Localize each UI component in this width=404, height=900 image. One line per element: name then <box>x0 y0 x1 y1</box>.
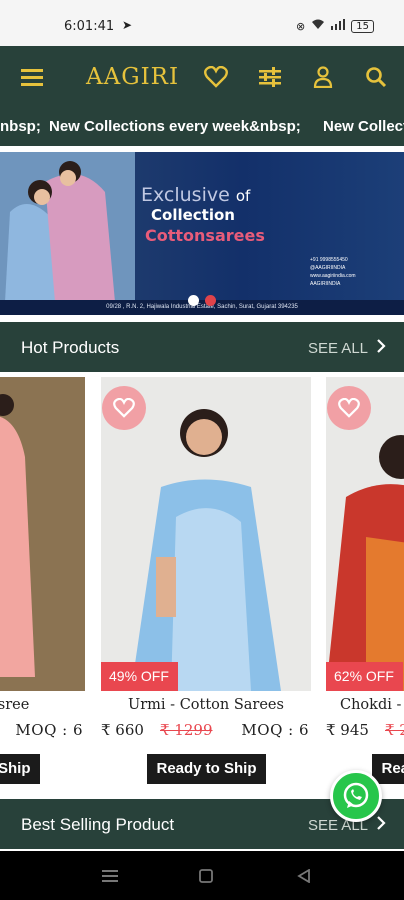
ticker-item: New Collections every week&nbsp; <box>49 118 301 135</box>
product-card[interactable]: Satless Ssree MOQ : 6 Ready to Ship <box>0 377 85 797</box>
dnd-icon: ⊗ <box>296 19 306 33</box>
search-icon[interactable] <box>359 60 393 94</box>
wishlist-button[interactable] <box>102 386 146 430</box>
send-arrow-icon: ➤ <box>122 18 133 32</box>
chevron-right-icon <box>377 339 386 357</box>
discount-badge: 62% OFF <box>326 662 403 691</box>
product-name: Chokdi - Banarasi <box>340 697 404 713</box>
product-mrp: ₹ 2499 <box>385 721 404 739</box>
wifi-icon <box>311 19 325 33</box>
whatsapp-chat-button[interactable] <box>330 770 382 822</box>
ticker-item: New Collect <box>323 118 404 135</box>
banner-highlight: Cottonsarees <box>145 226 265 245</box>
hot-products-carousel[interactable]: Satless Ssree MOQ : 6 Ready to Ship 49% … <box>0 372 404 798</box>
product-price: ₹ 660 <box>101 721 144 739</box>
wishlist-button[interactable] <box>327 386 371 430</box>
whatsapp-icon <box>343 782 369 808</box>
product-moq: MOQ : 6 <box>15 721 83 739</box>
product-card[interactable]: 62% OFF Chokdi - Banarasi ₹ 945 ₹ 2499 R… <box>326 377 404 797</box>
brand-logo[interactable]: AAGIRI <box>86 64 179 90</box>
product-image[interactable]: 49% OFF <box>101 377 311 691</box>
banner-models-image <box>0 152 135 315</box>
product-moq: MOQ : 6 <box>241 721 309 739</box>
announcement-ticker: nbsp; New Collections every week&nbsp; N… <box>0 108 404 146</box>
section-title: Hot Products <box>21 338 120 357</box>
product-card[interactable]: 49% OFF Urmi - Cotton Sarees ₹ 660 ₹ 129… <box>101 377 311 797</box>
app-header: AAGIRI <box>0 46 404 108</box>
back-icon[interactable] <box>292 866 316 886</box>
battery-icon: 15 <box>351 19 374 33</box>
ready-to-ship-button[interactable]: Ready to Ship <box>0 754 40 784</box>
status-time: 6:01:41 <box>64 19 115 34</box>
banner-contacts: +91 9998555450 @AAGIRIINDIA www.aagiriin… <box>310 257 356 287</box>
carousel-dot-active[interactable] <box>205 295 216 306</box>
product-image[interactable]: 62% OFF <box>326 377 404 691</box>
product-mrp: ₹ 1299 <box>160 721 213 739</box>
filter-icon[interactable] <box>253 60 287 94</box>
system-nav-bar <box>0 851 404 900</box>
user-icon[interactable] <box>306 60 340 94</box>
heart-icon[interactable] <box>199 60 233 94</box>
status-indicators: ⊗ 15 <box>296 19 374 33</box>
ready-to-ship-button[interactable]: Ready to Ship <box>147 754 266 784</box>
recent-apps-icon[interactable] <box>98 866 122 886</box>
section-title: Best Selling Product <box>21 815 175 834</box>
product-name: Satless Ssree <box>0 697 30 713</box>
product-name: Urmi - Cotton Sarees <box>128 697 284 713</box>
home-icon[interactable] <box>194 866 218 886</box>
promo-banner[interactable]: Exclusive of Collection Cottonsarees +91… <box>0 152 404 315</box>
signal-icon <box>331 19 346 33</box>
banner-title: Exclusive of <box>141 184 251 206</box>
product-image[interactable] <box>0 377 85 691</box>
carousel-dot[interactable] <box>188 295 199 306</box>
product-price: ₹ 945 <box>326 721 369 739</box>
hot-products-header: Hot Products SEE ALL <box>0 322 404 372</box>
discount-badge: 49% OFF <box>101 662 178 691</box>
chevron-right-icon <box>377 816 386 834</box>
banner-subtitle: Collection <box>151 206 235 224</box>
status-bar: 6:01:41 ➤ ⊗ 15 <box>0 0 404 46</box>
menu-icon[interactable] <box>15 60 49 94</box>
see-all-link[interactable]: SEE ALL <box>308 339 386 357</box>
ticker-item: nbsp; <box>0 118 41 135</box>
carousel-dots <box>188 295 216 306</box>
